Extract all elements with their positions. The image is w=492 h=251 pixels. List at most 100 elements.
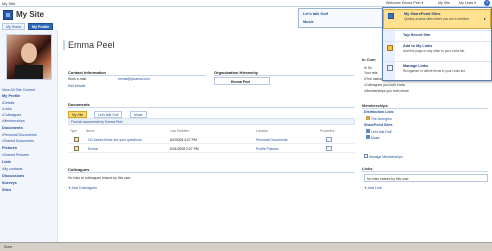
- menu-item-my-sharepoint-sites[interactable]: My SharePoint Sites Quickly access sites…: [383, 9, 491, 29]
- submenu-item-music[interactable]: Music: [303, 20, 314, 24]
- colleagues-empty-text: No links to colleagues shared by this us…: [68, 176, 132, 180]
- doc-name-link[interactable]: Emma: [88, 147, 98, 151]
- links-empty-text: No links shared by this user.: [367, 177, 410, 181]
- in-common-title-wrap: In Com: [362, 57, 382, 63]
- tab-my-home[interactable]: My Home: [2, 23, 26, 30]
- links-title: Links: [362, 166, 488, 172]
- documents-title: Documents: [68, 102, 355, 108]
- in-common-title: In Com: [362, 57, 376, 62]
- manage-memberships-link[interactable]: Manage Memberships: [364, 154, 403, 159]
- in-common-line2: Your rela: [364, 71, 378, 75]
- in-common-bullet: Memberships you both share: [364, 89, 409, 93]
- distribution-list-item[interactable]: The Avengers: [366, 116, 392, 121]
- group-icon: [366, 116, 370, 120]
- find-all-documents-link[interactable]: Find all documents by Emma Peel: [71, 120, 122, 124]
- menu-item-add-to-my-links[interactable]: Add to My Links Add this page or any oth…: [383, 41, 491, 60]
- my-site-link[interactable]: My Site: [438, 1, 450, 5]
- menu-item-title: Manage Links: [403, 64, 429, 68]
- nav-item-links[interactable]: Links: [2, 107, 11, 111]
- tab-doc-lets-talk-golf[interactable]: Let's talk Golf: [94, 111, 123, 118]
- nav-heading-discussions[interactable]: Discussions: [2, 174, 24, 178]
- tab-my-profile[interactable]: My Profile: [28, 23, 54, 30]
- add-link-label: Add Link: [367, 186, 382, 190]
- add-link-icon: [387, 45, 393, 51]
- contact-information-title: Contact Information: [68, 70, 206, 76]
- sharepoint-site-item[interactable]: Music: [366, 135, 380, 140]
- col-properties[interactable]: Properties: [320, 129, 335, 133]
- doc-modified: 6/2/2008 4:07 PM: [170, 138, 197, 142]
- profile-picture: [6, 34, 52, 80]
- nav-item-personal-documents[interactable]: Personal Documents: [2, 133, 36, 137]
- in-common-bullet: Colleagues you both know: [364, 83, 405, 87]
- submenu-item-lets-talk-golf[interactable]: Let's talk Golf: [303, 12, 328, 16]
- nav-heading-my-profile[interactable]: My Profile: [2, 94, 20, 98]
- document-icon: [74, 137, 79, 142]
- my-links-menu[interactable]: My Links ▾: [459, 1, 476, 5]
- menu-item-top-secret-site[interactable]: Top Secret Site: [383, 30, 491, 40]
- nav-heading-pictures[interactable]: Pictures: [2, 146, 17, 150]
- site-logo-icon: [3, 10, 13, 20]
- table-row[interactable]: Oh James these are your questions 6/2/20…: [68, 136, 355, 144]
- manage-links-icon: [387, 65, 393, 71]
- doc-name-link[interactable]: Oh James these are your questions: [88, 138, 142, 142]
- doc-modified: 5/31/2008 2:07 PM: [170, 147, 199, 151]
- menu-item-desc: Add this page or any other to your Links…: [403, 49, 466, 53]
- properties-icon[interactable]: [326, 137, 332, 142]
- document-icon: [74, 146, 79, 151]
- nav-heading-surveys[interactable]: Surveys: [2, 181, 17, 185]
- col-location[interactable]: Location: [256, 129, 268, 133]
- nav-heading-sites[interactable]: Sites: [2, 188, 11, 192]
- work-email-label: Work e-mail:: [68, 77, 87, 81]
- in-common-line1: In So: [364, 66, 372, 70]
- nav-item-colleagues[interactable]: Colleagues: [2, 113, 21, 117]
- sites-icon: [388, 13, 394, 19]
- top-bar: My Site Welcome Emma Peel ▾ My Site My L…: [0, 0, 492, 7]
- col-last-modified[interactable]: Last Modified: [170, 129, 189, 133]
- submenu-arrow-icon: ▸: [484, 16, 487, 21]
- breadcrumb[interactable]: My Site: [2, 1, 15, 6]
- menu-item-desc: Quickly access sites where you are a mem…: [404, 17, 470, 21]
- organization-hierarchy-title: Organization Hierarchy: [214, 70, 354, 76]
- status-text: Done: [4, 245, 13, 249]
- menu-item-desc: Reorganize or delete items in your Links…: [403, 69, 466, 73]
- view-all-site-content-link[interactable]: View All Site Content: [2, 88, 35, 92]
- table-row[interactable]: Emma 5/31/2008 2:07 PM Profile Pictures: [68, 145, 355, 153]
- nav-item-shared-documents[interactable]: Shared Documents: [2, 139, 34, 143]
- help-icon[interactable]: ?: [484, 0, 490, 6]
- properties-icon[interactable]: [326, 146, 332, 151]
- nav-heading-lists[interactable]: Lists: [2, 160, 11, 164]
- documents-toolbar: Find all documents by Emma Peel: [68, 118, 355, 125]
- col-type[interactable]: Type: [70, 129, 77, 133]
- sharepoint-sites-title: SharePoint Sites: [364, 123, 393, 127]
- add-colleagues-button[interactable]: ➕︎ Add Colleagues: [68, 186, 97, 190]
- tab-doc-music[interactable]: Music: [130, 111, 147, 118]
- site-icon: [366, 129, 370, 133]
- nav-item-shared-pictures[interactable]: Shared Pictures: [2, 153, 29, 157]
- browser-status-bar: Done: [0, 242, 492, 251]
- tab-doc-my-site[interactable]: My Site: [68, 111, 88, 118]
- add-icon: ➕︎: [68, 186, 71, 190]
- nav-item-my-contacts[interactable]: My contacts: [2, 167, 22, 171]
- nav-item-memberships[interactable]: Memberships: [2, 119, 25, 123]
- title-accent-bar: [63, 40, 65, 50]
- links-empty-box: No links shared by this user.: [364, 174, 488, 182]
- work-email-link[interactable]: emma@ipvanus.com: [118, 77, 150, 81]
- nav-heading-documents[interactable]: Documents: [2, 126, 23, 130]
- site-title[interactable]: My Site: [16, 10, 44, 19]
- doc-location-link[interactable]: Profile Pictures: [256, 147, 279, 151]
- menu-item-manage-links[interactable]: Manage Links Reorganize or delete items …: [383, 61, 491, 80]
- nav-item-details[interactable]: Details: [2, 101, 14, 105]
- org-chart-node[interactable]: Emma Peel: [214, 77, 270, 85]
- add-link-button[interactable]: ➕︎ Add Link: [364, 186, 382, 190]
- menu-item-title: My SharePoint Sites: [404, 12, 441, 16]
- welcome-menu[interactable]: Welcome Emma Peel ▾: [386, 1, 423, 5]
- add-colleagues-label: Add Colleagues: [71, 186, 97, 190]
- col-name[interactable]: Name: [86, 129, 95, 133]
- manage-icon: [364, 154, 368, 158]
- menu-item-title: Top Secret Site: [403, 33, 431, 37]
- sharepoint-site-item[interactable]: Let's talk Golf: [366, 129, 391, 134]
- left-navigation: View All Site Content My Profile Details…: [0, 30, 58, 242]
- distribution-lists-title: Distribution Lists: [364, 110, 394, 114]
- edit-details-link[interactable]: Edit Details: [68, 84, 85, 88]
- doc-location-link[interactable]: Personal Documents: [256, 138, 287, 142]
